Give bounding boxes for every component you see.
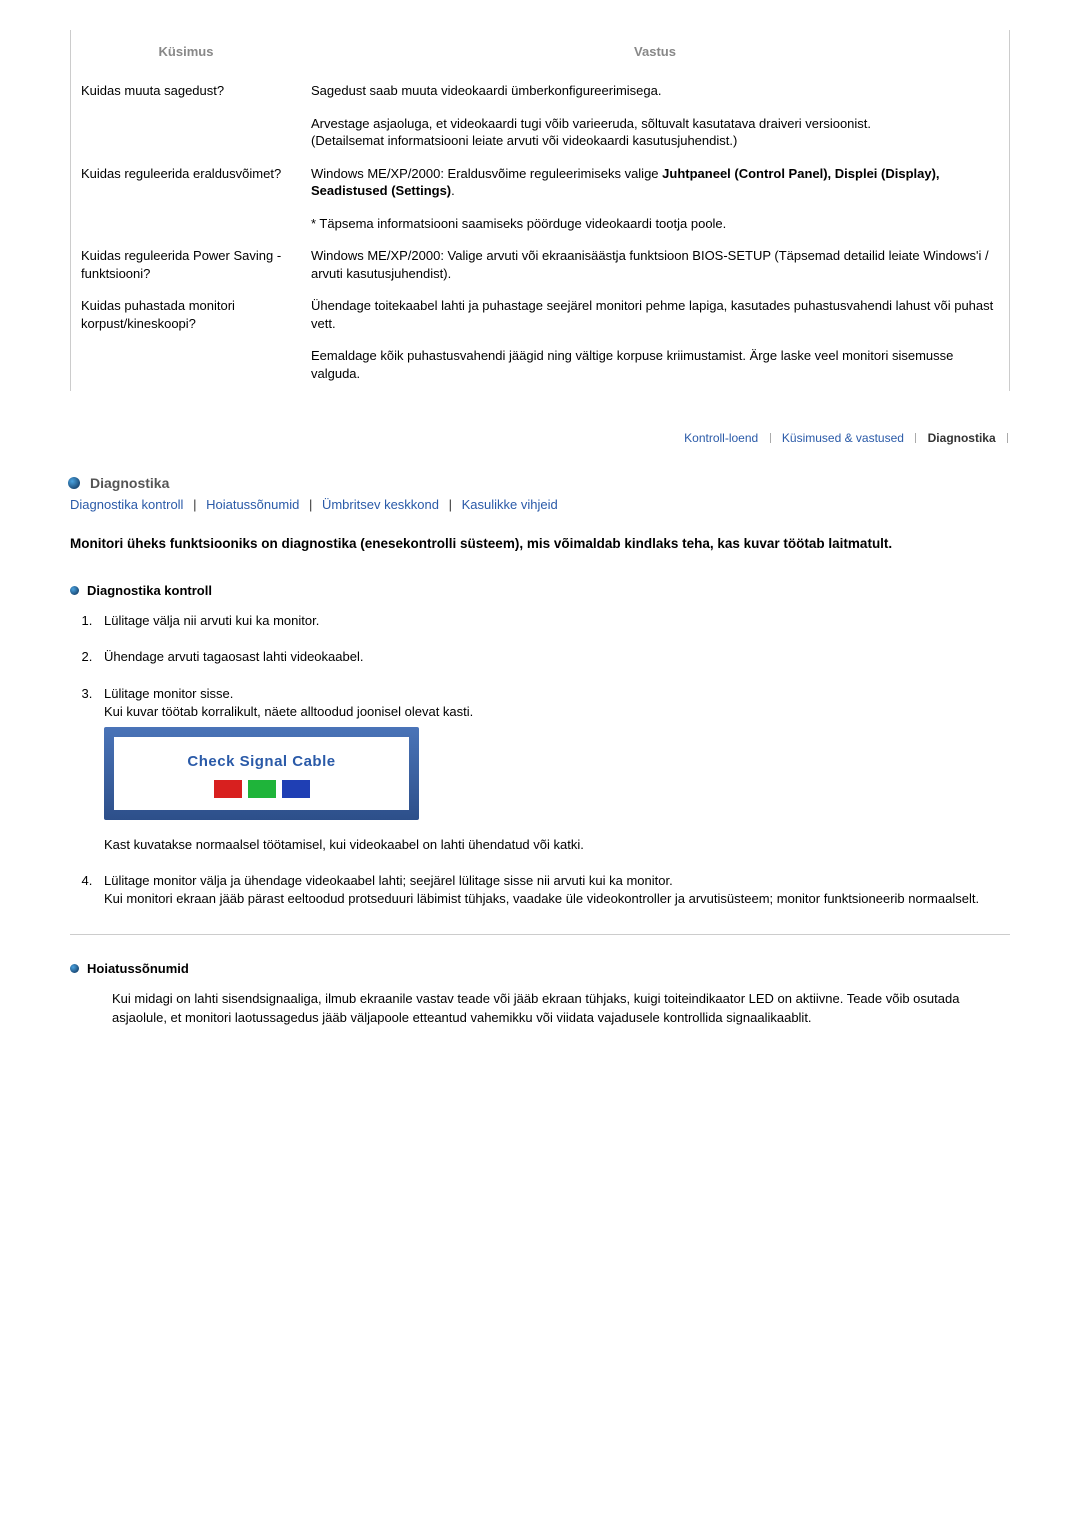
step-2: Ühendage arvuti tagaosast lahti videokaa…: [96, 648, 1010, 666]
separator: [915, 433, 916, 443]
qa-answer: Eemaldage kõik puhastusvahendi jäägid ni…: [301, 340, 1009, 390]
section-subnav: Kontroll-loend Küsimused & vastused Diag…: [70, 431, 1010, 445]
qa-question: [71, 208, 301, 241]
qa-question: Kuidas reguleerida eraldusvõimet?: [71, 158, 301, 208]
separator: |: [193, 497, 196, 512]
bullet-icon: [68, 477, 80, 489]
section-header-diagnostics: Diagnostika: [70, 475, 1010, 491]
table-row: Eemaldage kõik puhastusvahendi jäägid ni…: [71, 340, 1009, 390]
step-3: Lülitage monitor sisse. Kui kuvar töötab…: [96, 685, 1010, 855]
anchor-link-environment[interactable]: Ümbritsev keskkond: [322, 497, 439, 512]
qa-answer: Windows ME/XP/2000: Valige arvuti või ek…: [301, 240, 1009, 290]
rgb-stripes: [122, 780, 401, 798]
signal-cable-label: Check Signal Cable: [122, 751, 401, 772]
stripe-blue: [282, 780, 310, 798]
separator: [770, 433, 771, 443]
qa-answer: Windows ME/XP/2000: Eraldusvõime regulee…: [301, 158, 1009, 208]
anchor-link-row: Diagnostika kontroll | Hoiatussõnumid | …: [70, 497, 1010, 512]
subsection-title: Diagnostika kontroll: [87, 583, 212, 598]
qa-question: Kuidas reguleerida Power Saving -funktsi…: [71, 240, 301, 290]
stripe-green: [248, 780, 276, 798]
anchor-link-warnings[interactable]: Hoiatussõnumid: [206, 497, 299, 512]
stripe-red: [214, 780, 242, 798]
qa-answer: Ühendage toitekaabel lahti ja puhastage …: [301, 290, 1009, 340]
anchor-link-diag-check[interactable]: Diagnostika kontroll: [70, 497, 183, 512]
qa-table: Küsimus Vastus Kuidas muuta sagedust? Sa…: [70, 30, 1010, 391]
separator: |: [309, 497, 312, 512]
step-1: Lülitage välja nii arvuti kui ka monitor…: [96, 612, 1010, 630]
subsection-header-diag-check: Diagnostika kontroll: [70, 583, 1010, 598]
diagnostic-steps: Lülitage välja nii arvuti kui ka monitor…: [96, 612, 1010, 908]
divider: [70, 934, 1010, 935]
qa-answer: Sagedust saab muuta videokaardi ümberkon…: [301, 75, 1009, 108]
table-row: Arvestage asjaoluga, et videokaardi tugi…: [71, 108, 1009, 158]
separator: [1007, 433, 1008, 443]
qa-answer: * Täpsema informatsiooni saamiseks pöörd…: [301, 208, 1009, 241]
table-row: * Täpsema informatsiooni saamiseks pöörd…: [71, 208, 1009, 241]
subnav-link-diagnostics[interactable]: Diagnostika: [928, 431, 996, 445]
check-signal-cable-figure: Check Signal Cable: [104, 727, 1010, 820]
subnav-link-qa[interactable]: Küsimused & vastused: [782, 431, 904, 445]
subsection-header-warnings: Hoiatussõnumid: [70, 961, 1010, 976]
subsection-title: Hoiatussõnumid: [87, 961, 189, 976]
qa-answer: Arvestage asjaoluga, et videokaardi tugi…: [301, 108, 1009, 158]
section-title: Diagnostika: [90, 475, 169, 491]
subnav-link-checklist[interactable]: Kontroll-loend: [684, 431, 758, 445]
table-row: Kuidas puhastada monitori korpust/kinesk…: [71, 290, 1009, 340]
qa-question: [71, 108, 301, 158]
separator: |: [449, 497, 452, 512]
qa-question: Kuidas puhastada monitori korpust/kinesk…: [71, 290, 301, 340]
table-row: Kuidas reguleerida eraldusvõimet? Window…: [71, 158, 1009, 208]
qa-question: Kuidas muuta sagedust?: [71, 75, 301, 108]
warning-body-text: Kui midagi on lahti sisendsignaaliga, il…: [112, 990, 1010, 1028]
table-row: Kuidas muuta sagedust? Sagedust saab muu…: [71, 75, 1009, 108]
bullet-icon: [70, 964, 79, 973]
table-row: Kuidas reguleerida Power Saving -funktsi…: [71, 240, 1009, 290]
table-header-answer: Vastus: [301, 30, 1009, 75]
qa-question: [71, 340, 301, 390]
bullet-icon: [70, 586, 79, 595]
step-4: Lülitage monitor välja ja ühendage video…: [96, 872, 1010, 908]
section-intro: Monitori üheks funktsiooniks on diagnost…: [70, 534, 1010, 554]
table-header-question: Küsimus: [71, 30, 301, 75]
anchor-link-tips[interactable]: Kasulikke vihjeid: [462, 497, 558, 512]
